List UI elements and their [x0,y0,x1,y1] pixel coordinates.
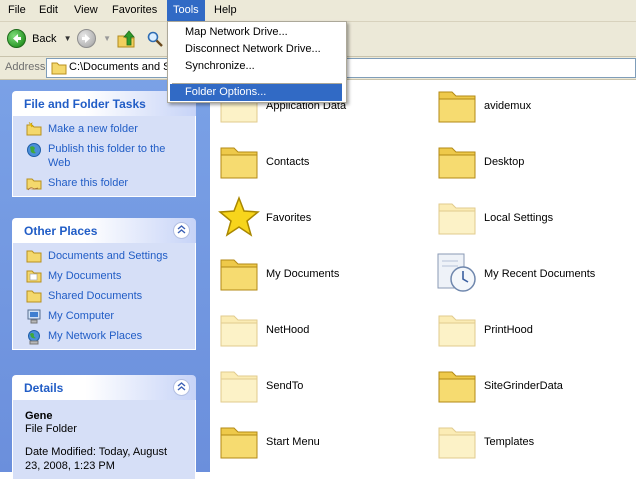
place-label: My Documents [48,270,122,282]
details-name: Gene [25,410,53,422]
folder-label: avidemux [484,100,532,112]
folder-icon [438,91,476,123]
folder-label: Favorites [266,212,312,224]
share-folder-link[interactable]: Share this folder [13,176,195,191]
my-computer-icon [27,309,41,324]
folder-label: My Documents [266,268,340,280]
recent-documents-icon [437,253,476,292]
folder-icon [220,259,258,291]
back-button[interactable]: Back ▼ [7,27,72,51]
publish-folder-link[interactable]: Publish this folder to the Web [13,142,195,170]
folder-label: SendTo [266,380,304,392]
folder-icon [51,62,67,75]
details-modified: Date Modified: Today, August 23, 2008, 1… [25,446,168,472]
file-folder-tasks-panel: File and Folder Tasks Make a new folder … [12,91,196,197]
publish-globe-icon [27,143,41,157]
place-documents-and-settings[interactable]: Documents and Settings [13,249,195,263]
place-label: Shared Documents [48,290,143,302]
collapse-details-button[interactable] [173,379,190,396]
back-arrow-icon [7,28,26,48]
folder-icon [438,147,476,179]
place-label: Documents and Settings [48,250,168,262]
star-icon [218,196,260,237]
folder-label: Contacts [266,156,310,168]
shared-folder-icon [26,290,42,303]
place-shared-documents[interactable]: Shared Documents [13,289,195,303]
menu-tools[interactable]: Tools [167,0,205,21]
share-folder-label: Share this folder [48,177,129,189]
other-places-title: Other Places [24,224,98,238]
menu-item-folder-options[interactable]: Folder Options... [170,84,342,101]
menu-bar: File Edit View Favorites Tools Help [0,0,636,22]
file-folder-tasks-title: File and Folder Tasks [24,97,146,111]
folder-label: PrintHood [484,324,533,336]
details-body: Gene File Folder Date Modified: Today, A… [12,400,196,480]
folder-icon [438,203,476,235]
folder-view: Application Data avidemux Contacts Deskt… [210,80,636,472]
tools-menu-dropdown: Map Network Drive... Disconnect Network … [167,21,347,103]
task-pane: File and Folder Tasks Make a new folder … [0,80,210,480]
folder-icon [438,371,476,403]
folder-label: Desktop [484,156,525,168]
address-value: C:\Documents and S [69,61,171,73]
folder-icon [220,315,258,347]
folder-label: Start Menu [266,436,320,448]
folder-icon [220,371,258,403]
place-label: My Computer [48,310,115,322]
folder-icon [220,147,258,179]
folder-icon [438,315,476,347]
details-panel: Details Gene File Folder Date Modified: … [12,375,196,480]
menu-favorites[interactable]: Favorites [106,0,163,21]
publish-folder-label: Publish this folder to the Web [48,143,166,169]
back-dropdown-icon[interactable]: ▼ [64,34,72,43]
up-folder-button[interactable] [116,27,136,51]
place-my-network-places[interactable]: My Network Places [13,329,195,345]
up-folder-icon [117,30,135,48]
menu-help[interactable]: Help [208,0,243,21]
folder-icon [220,427,258,459]
chevron-up-icon [177,225,186,234]
folder-label: Templates [484,436,535,448]
other-places-header[interactable]: Other Places [12,218,196,243]
address-label: Address [5,61,46,73]
folder-label: My Recent Documents [484,268,596,280]
share-folder-icon [26,178,42,191]
menu-item-synchronize[interactable]: Synchronize... [170,58,342,75]
forward-arrow-icon [77,28,96,48]
search-button[interactable] [146,27,164,51]
folder-icon [26,250,42,263]
network-places-icon [28,330,40,345]
folder-label: NetHood [266,324,310,336]
forward-dropdown-icon[interactable]: ▼ [103,34,111,43]
my-documents-icon [26,270,42,283]
place-label: My Network Places [48,330,143,342]
menu-view[interactable]: View [68,0,104,21]
details-header[interactable]: Details [12,375,196,400]
back-label: Back [32,33,57,45]
menu-item-map-network-drive[interactable]: Map Network Drive... [170,24,342,41]
place-my-computer[interactable]: My Computer [13,309,195,324]
menu-edit[interactable]: Edit [33,0,64,21]
folder-label: Local Settings [484,212,554,224]
folder-label: SiteGrinderData [484,380,563,392]
details-title: Details [24,381,64,395]
folder-icon [438,427,476,459]
menu-file[interactable]: File [2,0,32,21]
forward-button[interactable]: ▼ [77,27,111,51]
other-places-panel: Other Places Documents and Settings My D… [12,218,196,350]
collapse-other-places-button[interactable] [173,222,190,239]
menu-item-disconnect-network-drive[interactable]: Disconnect Network Drive... [170,41,342,58]
new-folder-icon [26,122,42,136]
make-new-folder-link[interactable]: Make a new folder [13,122,195,136]
search-icon [147,31,163,47]
details-type: File Folder [25,423,77,435]
chevron-up-icon [177,382,186,391]
make-new-folder-label: Make a new folder [48,123,138,135]
place-my-documents[interactable]: My Documents [13,269,195,283]
